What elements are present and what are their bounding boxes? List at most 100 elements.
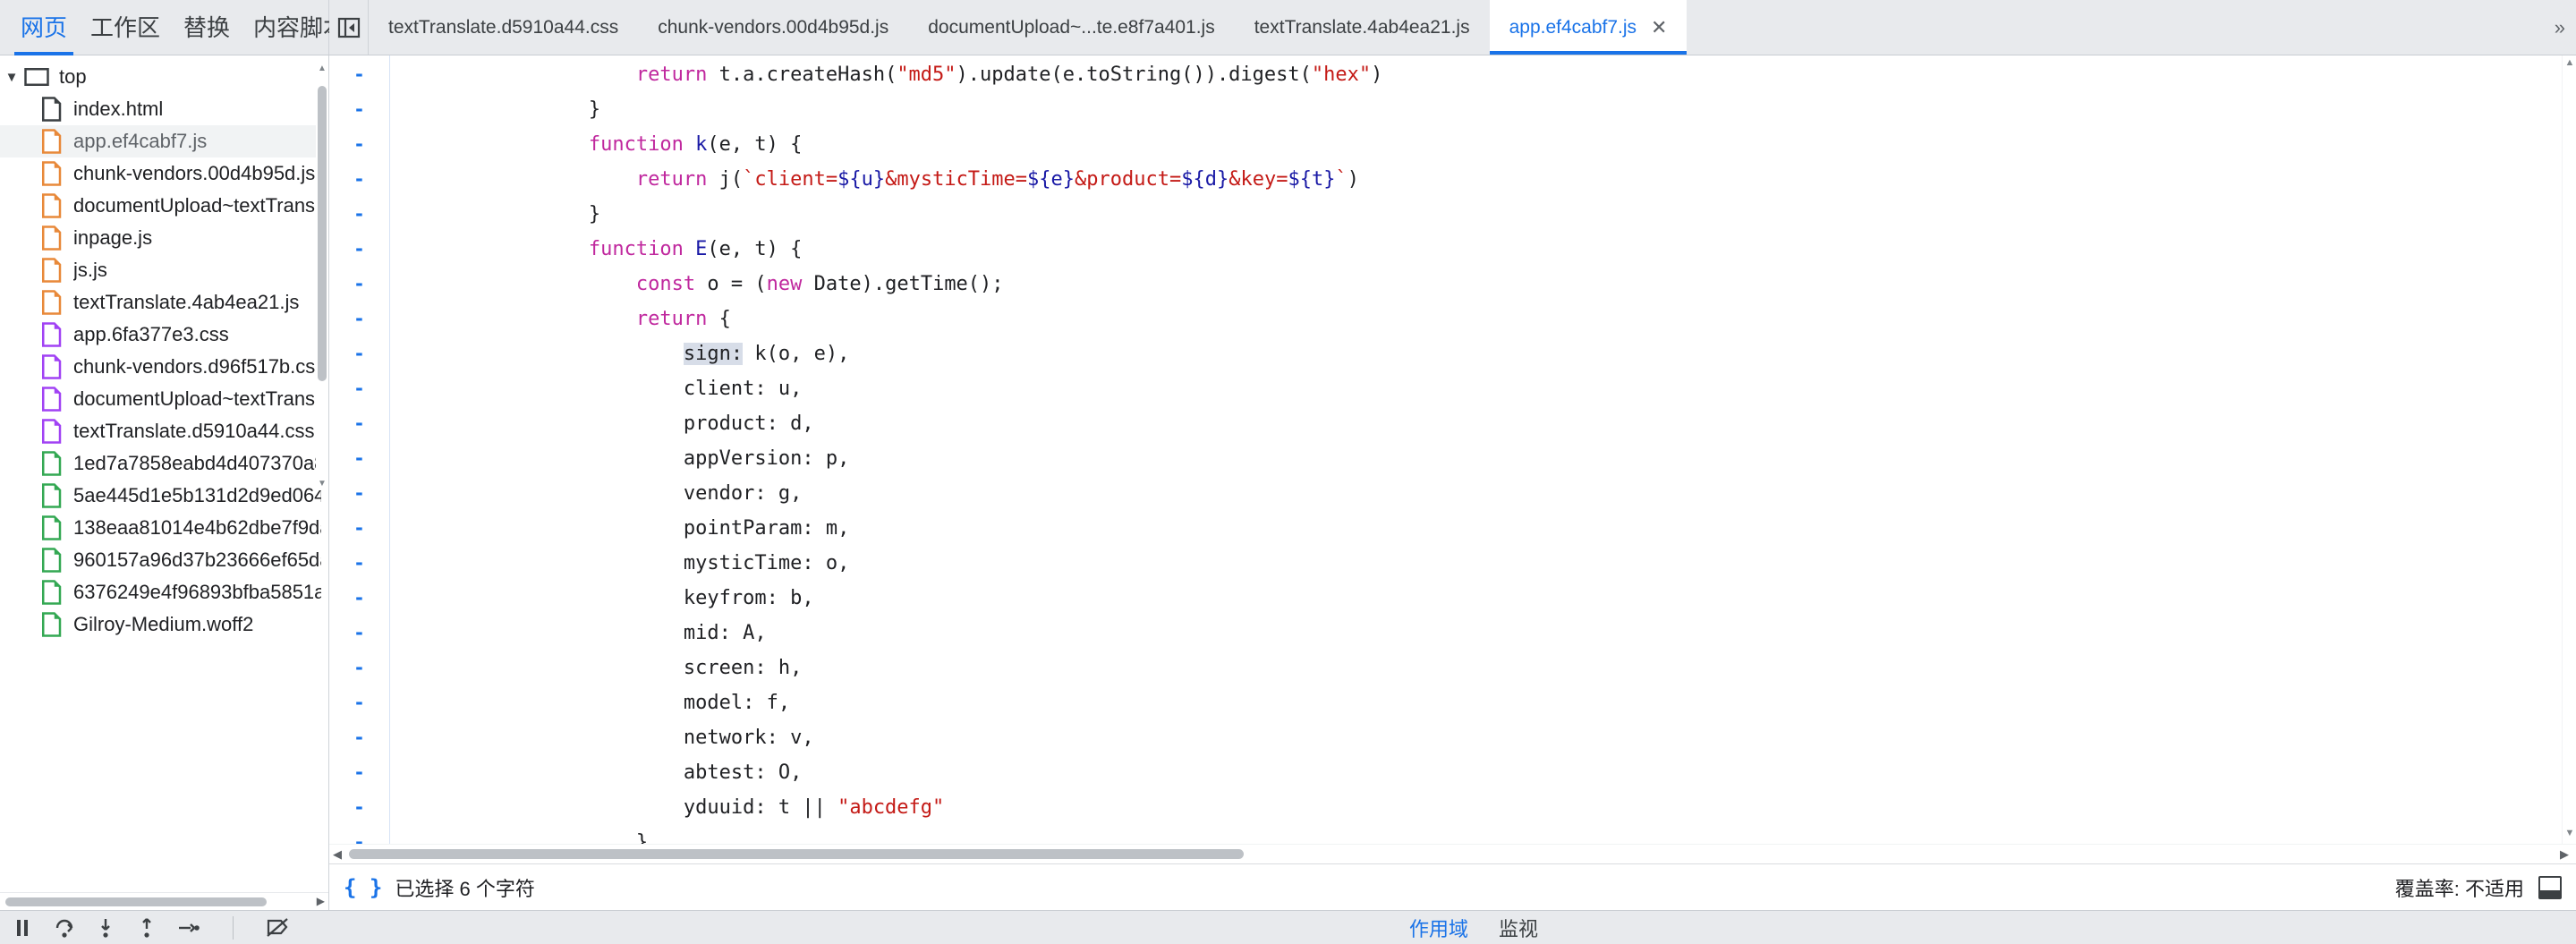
code-line-13[interactable]: pointParam: m, xyxy=(390,511,2576,546)
gutter-mark-17[interactable]: - xyxy=(329,651,389,685)
tree-item-13[interactable]: 138eaa81014e4b62dbe7f9daeaf26211. xyxy=(0,512,328,544)
gutter-mark-19[interactable]: - xyxy=(329,720,389,755)
code-line-15[interactable]: keyfrom: b, xyxy=(390,581,2576,616)
line-gutter[interactable]: ------------------------ xyxy=(329,55,390,844)
tree-item-5[interactable]: js.js xyxy=(0,254,328,286)
code-scrollbar-thumb[interactable] xyxy=(349,849,1244,859)
code-line-4[interactable]: } xyxy=(390,197,2576,232)
tree-item-3[interactable]: documentUpload~textTranslate.e8f7a4 xyxy=(0,190,328,222)
tree-item-7[interactable]: app.6fa377e3.css xyxy=(0,319,328,351)
scroll-up-icon[interactable]: ▲ xyxy=(316,63,328,75)
gutter-mark-4[interactable]: - xyxy=(329,197,389,232)
gutter-mark-20[interactable]: - xyxy=(329,755,389,790)
tree-item-16[interactable]: Gilroy-Medium.woff2 xyxy=(0,608,328,641)
code-line-3[interactable]: return j(`client=${u}&mysticTime=${e}&pr… xyxy=(390,162,2576,197)
code-scroll-right-icon[interactable]: ▶ xyxy=(2560,847,2569,862)
step-into-icon[interactable] xyxy=(95,917,116,939)
toggle-drawer-icon[interactable] xyxy=(2538,875,2562,899)
navigator-horizontal-scrollbar[interactable]: ▶ xyxy=(0,892,328,910)
drawer-tab-scope[interactable]: 作用域 xyxy=(1409,914,1468,942)
code-scroll-left-icon[interactable]: ◀ xyxy=(333,847,342,862)
scrollbar-thumb[interactable] xyxy=(318,86,327,381)
code-vertical-scrollbar[interactable]: ▲ ▼ xyxy=(2562,55,2576,844)
file-tab-0[interactable]: textTranslate.d5910a44.css xyxy=(369,0,638,55)
code-line-21[interactable]: yduuid: t || "abcdefg" xyxy=(390,790,2576,825)
code-line-16[interactable]: mid: A, xyxy=(390,616,2576,651)
deactivate-breakpoints-icon[interactable] xyxy=(266,917,291,939)
step-over-icon[interactable] xyxy=(54,917,75,939)
code-line-2[interactable]: function k(e, t) { xyxy=(390,127,2576,162)
tree-root-top[interactable]: ▼ top xyxy=(0,61,328,93)
code-editor[interactable]: ------------------------ return t.a.crea… xyxy=(329,55,2576,844)
step-out-icon[interactable] xyxy=(136,917,157,939)
code-line-0[interactable]: return t.a.createHash("md5").update(e.to… xyxy=(390,57,2576,92)
file-tree[interactable]: ▼ top index.html app.ef4cabf7.js chunk-ven… xyxy=(0,55,328,892)
code-content[interactable]: return t.a.createHash("md5").update(e.to… xyxy=(390,55,2576,844)
file-tabs-overflow-icon[interactable]: » xyxy=(2544,0,2576,55)
scroll-right-icon[interactable]: ▶ xyxy=(317,895,325,907)
gutter-mark-5[interactable]: - xyxy=(329,232,389,267)
gutter-mark-21[interactable]: - xyxy=(329,790,389,825)
step-icon[interactable] xyxy=(177,917,200,939)
code-line-8[interactable]: sign: k(o, e), xyxy=(390,336,2576,371)
gutter-mark-13[interactable]: - xyxy=(329,511,389,546)
tree-item-10[interactable]: textTranslate.d5910a44.css xyxy=(0,415,328,447)
code-line-7[interactable]: return { xyxy=(390,302,2576,336)
code-line-19[interactable]: network: v, xyxy=(390,720,2576,755)
tree-item-15[interactable]: 6376249e4f96893bfba5851a3b6d5c85. xyxy=(0,576,328,608)
gutter-mark-2[interactable]: - xyxy=(329,127,389,162)
code-line-18[interactable]: model: f, xyxy=(390,685,2576,720)
gutter-mark-6[interactable]: - xyxy=(329,267,389,302)
navigator-vertical-scrollbar[interactable]: ▲ ▼ xyxy=(316,61,328,490)
gutter-mark-14[interactable]: - xyxy=(329,546,389,581)
code-line-12[interactable]: vendor: g, xyxy=(390,476,2576,511)
file-tab-1[interactable]: chunk-vendors.00d4b95d.js xyxy=(638,0,908,55)
code-horizontal-scrollbar[interactable]: ◀ ▶ xyxy=(329,844,2576,863)
file-tab-4-active[interactable]: app.ef4cabf7.js ✕ xyxy=(1489,0,1688,55)
pause-icon[interactable] xyxy=(13,917,34,939)
tree-item-1[interactable]: app.ef4cabf7.js xyxy=(0,125,328,157)
code-line-17[interactable]: screen: h, xyxy=(390,651,2576,685)
code-line-5[interactable]: function E(e, t) { xyxy=(390,232,2576,267)
gutter-mark-9[interactable]: - xyxy=(329,371,389,406)
gutter-mark-16[interactable]: - xyxy=(329,616,389,651)
drawer-tab-watch[interactable]: 监视 xyxy=(1499,914,1538,942)
code-line-9[interactable]: client: u, xyxy=(390,371,2576,406)
tree-item-6[interactable]: textTranslate.4ab4ea21.js xyxy=(0,286,328,319)
code-line-6[interactable]: const o = (new Date).getTime(); xyxy=(390,267,2576,302)
chevron-down-icon[interactable]: ▼ xyxy=(0,70,23,85)
tree-item-2[interactable]: chunk-vendors.00d4b95d.js xyxy=(0,157,328,190)
pretty-print-icon[interactable]: { } xyxy=(344,875,382,900)
code-line-1[interactable]: } xyxy=(390,92,2576,127)
code-line-14[interactable]: mysticTime: o, xyxy=(390,546,2576,581)
panel-tab-page[interactable]: 网页 xyxy=(9,0,79,55)
gutter-mark-10[interactable]: - xyxy=(329,406,389,441)
tree-item-9[interactable]: documentUpload~textTranslate.533fbc xyxy=(0,383,328,415)
file-tab-2[interactable]: documentUpload~...te.e8f7a401.js xyxy=(908,0,1234,55)
code-scroll-down-icon[interactable]: ▼ xyxy=(2563,828,2576,842)
tree-item-11[interactable]: 1ed7a7858eabd4d407370a83d9209838 xyxy=(0,447,328,480)
gutter-mark-3[interactable]: - xyxy=(329,162,389,197)
tree-item-12[interactable]: 5ae445d1e5b131d2d9ed064b2dfafccf. xyxy=(0,480,328,512)
toggle-navigator-icon[interactable] xyxy=(329,0,369,55)
tree-item-8[interactable]: chunk-vendors.d96f517b.css xyxy=(0,351,328,383)
code-line-11[interactable]: appVersion: p, xyxy=(390,441,2576,476)
file-tab-3[interactable]: textTranslate.4ab4ea21.js xyxy=(1235,0,1490,55)
code-line-20[interactable]: abtest: O, xyxy=(390,755,2576,790)
tree-item-14[interactable]: 960157a96d37b23666ef65da2c7ed687 xyxy=(0,544,328,576)
gutter-mark-12[interactable]: - xyxy=(329,476,389,511)
tree-item-0[interactable]: index.html xyxy=(0,93,328,125)
panel-tab-workspace[interactable]: 工作区 xyxy=(79,0,172,55)
scrollbar-thumb-h[interactable] xyxy=(5,897,267,906)
code-scroll-up-icon[interactable]: ▲ xyxy=(2563,57,2576,72)
gutter-mark-15[interactable]: - xyxy=(329,581,389,616)
gutter-mark-0[interactable]: - xyxy=(329,57,389,92)
gutter-mark-18[interactable]: - xyxy=(329,685,389,720)
close-icon[interactable]: ✕ xyxy=(1651,16,1667,39)
tree-item-4[interactable]: inpage.js xyxy=(0,222,328,254)
gutter-mark-7[interactable]: - xyxy=(329,302,389,336)
gutter-mark-8[interactable]: - xyxy=(329,336,389,371)
gutter-mark-11[interactable]: - xyxy=(329,441,389,476)
gutter-mark-1[interactable]: - xyxy=(329,92,389,127)
code-line-22[interactable]: } xyxy=(390,825,2576,844)
